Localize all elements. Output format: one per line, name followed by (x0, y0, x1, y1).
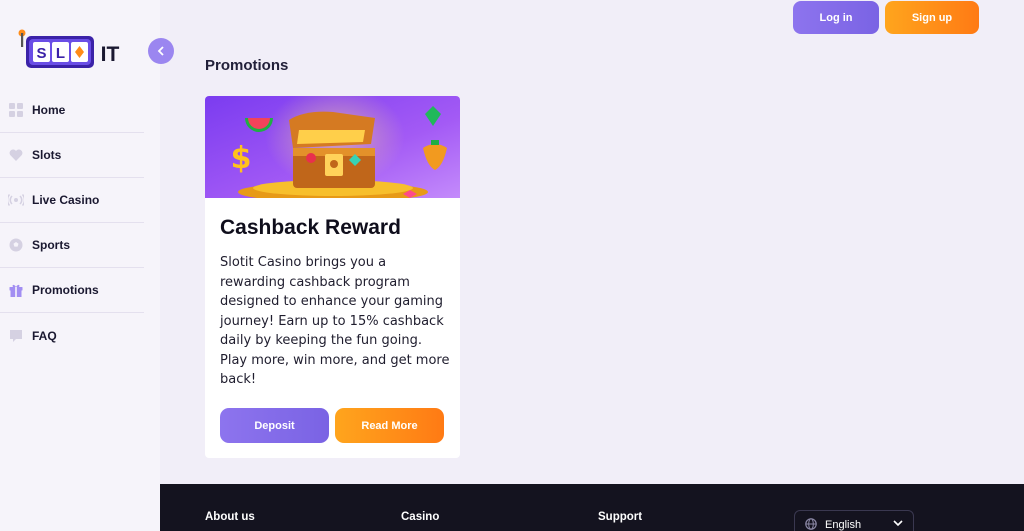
read-more-button[interactable]: Read More (335, 408, 444, 443)
broadcast-icon (8, 192, 24, 208)
page-title: Promotions (205, 57, 289, 74)
sidebar-item-faq[interactable]: FAQ (0, 313, 144, 358)
chevron-down-icon (893, 518, 903, 530)
promotion-banner-image: $ (205, 96, 460, 202)
sidebar-item-label: FAQ (32, 328, 57, 343)
brand-logo[interactable]: S L IT (16, 28, 126, 72)
sidebar-nav: Home Slots Live Casino Sports Promotions (0, 88, 144, 358)
ball-icon (8, 237, 24, 253)
sidebar-item-label: Promotions (32, 283, 99, 297)
sidebar-item-label: Home (32, 103, 66, 117)
svg-text:IT: IT (101, 43, 120, 66)
footer: About us Casino Support English (160, 484, 1024, 531)
sidebar-collapse-button[interactable] (148, 38, 174, 64)
sidebar-item-sports[interactable]: Sports (0, 223, 144, 268)
sidebar-item-home[interactable]: Home (0, 88, 144, 133)
svg-text:$: $ (231, 141, 252, 176)
sidebar-item-label: Sports (32, 238, 71, 252)
signup-button[interactable]: Sign up (885, 1, 979, 34)
gift-icon (8, 282, 24, 298)
globe-icon (805, 517, 817, 531)
faq-icon (8, 328, 24, 344)
promotion-title: Cashback Reward (220, 216, 401, 239)
sidebar-item-promotions[interactable]: Promotions (0, 268, 144, 313)
grid-icon (8, 102, 24, 118)
promotion-card: $ Cashback Reward Slotit Casino brings y… (205, 96, 460, 458)
footer-link-casino[interactable]: Casino (401, 511, 439, 523)
heart-icon (8, 147, 24, 163)
sidebar-item-label: Slots (32, 148, 62, 162)
sidebar-item-label: Live Casino (32, 193, 100, 207)
sidebar-item-slots[interactable]: Slots (0, 133, 144, 178)
deposit-button[interactable]: Deposit (220, 408, 329, 443)
login-button[interactable]: Log in (793, 1, 879, 34)
footer-link-support[interactable]: Support (598, 511, 642, 523)
promotion-description: Slotit Casino brings you a rewarding cas… (220, 255, 450, 387)
sidebar: S L IT Home Slots Live Casino Sports Pro… (0, 0, 160, 531)
svg-text:S: S (36, 45, 46, 62)
language-select[interactable]: English (794, 510, 914, 531)
sidebar-item-live-casino[interactable]: Live Casino (0, 178, 144, 223)
svg-text:L: L (56, 45, 65, 62)
language-value: English (825, 519, 862, 531)
chevron-left-icon (157, 44, 165, 59)
footer-link-about-us[interactable]: About us (205, 511, 255, 523)
